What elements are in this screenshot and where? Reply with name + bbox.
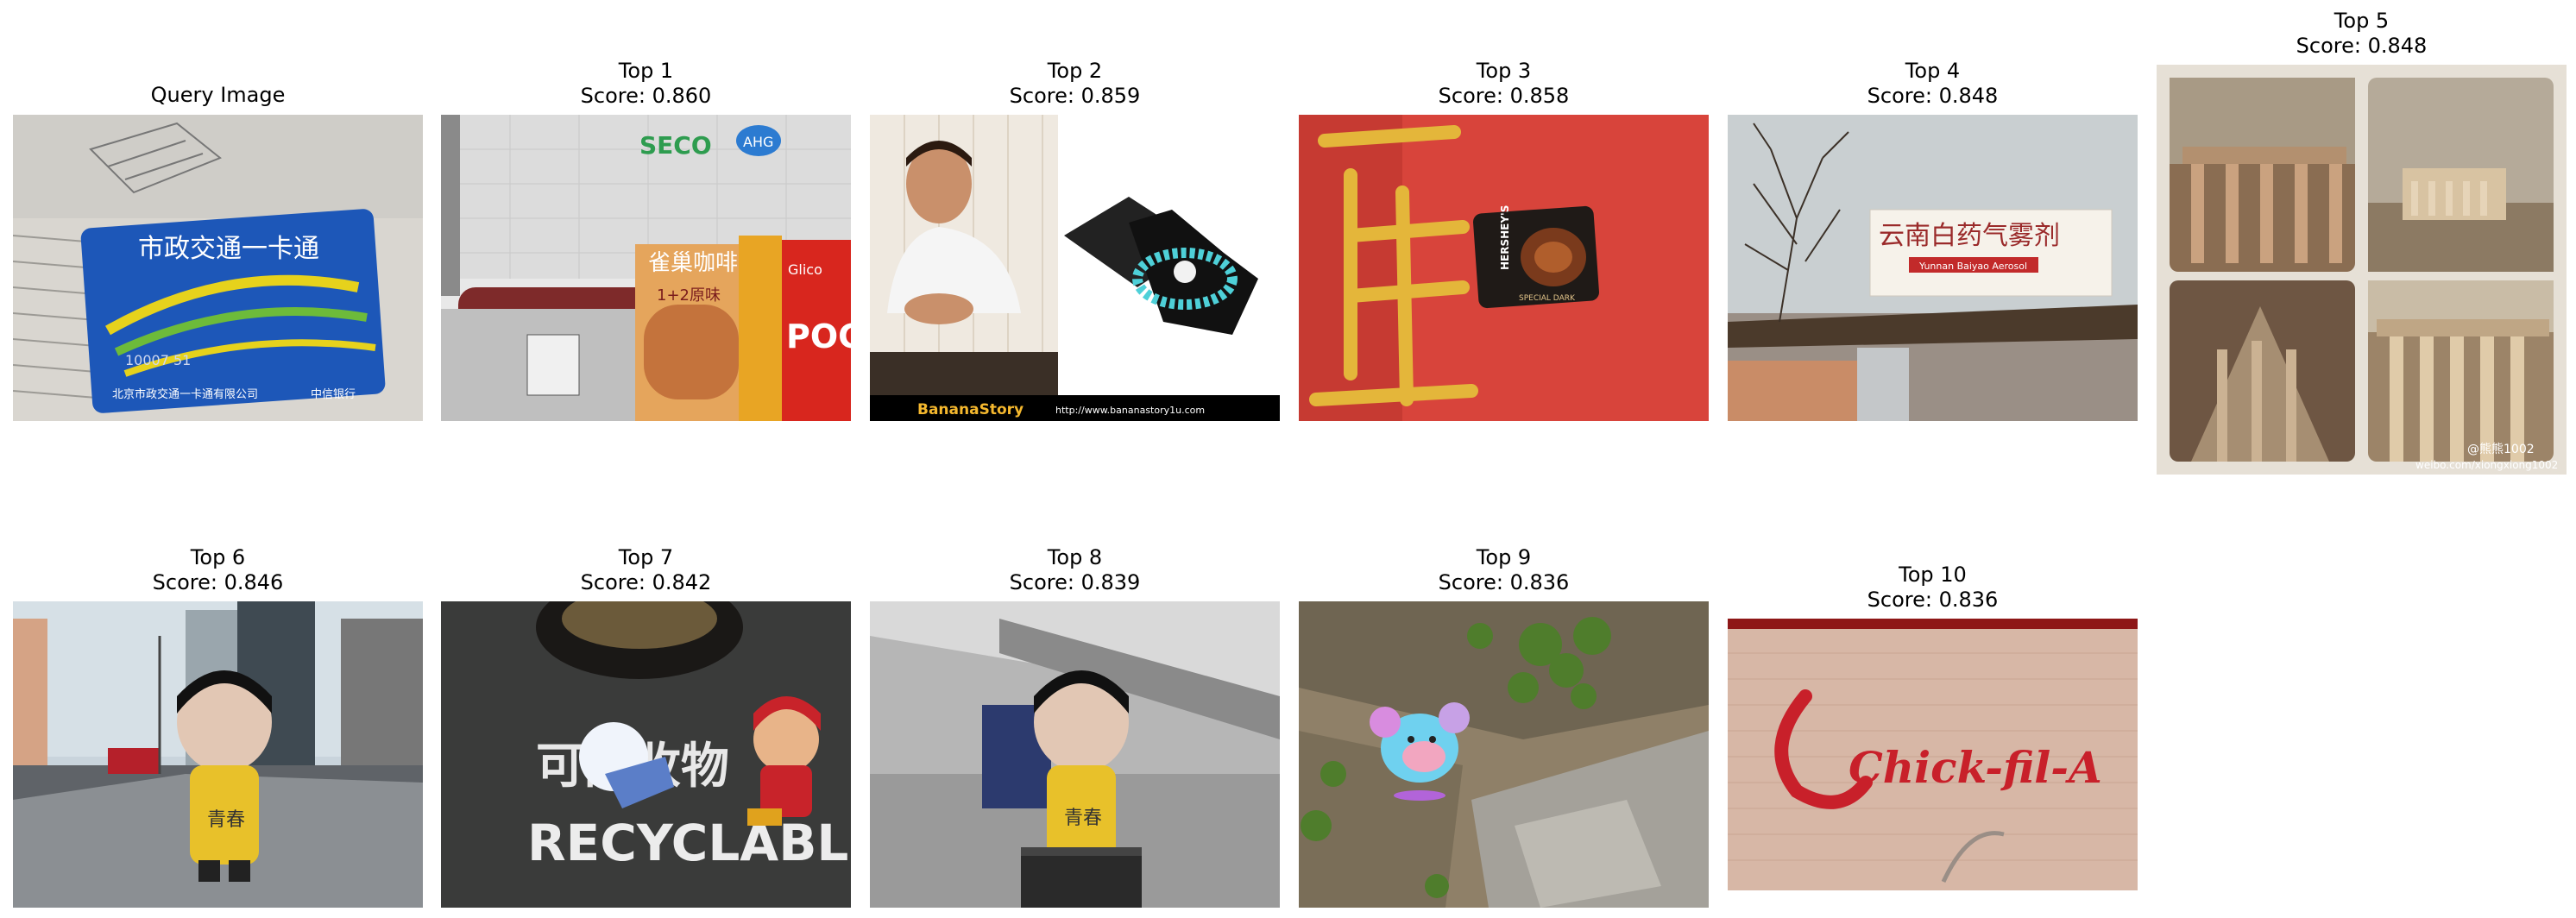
tin-brand-text: HERSHEY'S xyxy=(1499,205,1511,270)
result-rank-label: Top 4 xyxy=(1905,59,1961,83)
result-image-1[interactable]: SECO AHG 雀巢咖啡 1+2原味 Glico POC xyxy=(441,115,851,421)
pocky-brand-text: Glico xyxy=(788,261,822,278)
logo-text: Chick-fil-A xyxy=(1849,742,2102,793)
result-rank-label: Top 1 xyxy=(618,59,674,83)
result-image-4[interactable]: 云南白药气雾剂 Yunnan Baiyao Aerosol xyxy=(1728,115,2138,421)
sign-cn-text: 云南白药气雾剂 xyxy=(1879,221,2060,251)
result-rank-label: Top 5 xyxy=(2334,9,2390,33)
card-issuer-text: 北京市政交通一卡通有限公司 xyxy=(112,387,258,401)
result-score-label: Score: 0.846 xyxy=(152,570,284,594)
pocky-text: POC xyxy=(786,318,851,355)
card-bank-text: 中信银行 xyxy=(311,388,356,401)
result-image-5[interactable]: @熊熊1002 weibo.com/xiongxiong1002 xyxy=(2157,65,2567,475)
bin-en-text: RECYCLABL xyxy=(527,814,848,872)
watermark-text-2: weibo.com/xiongxiong1002 xyxy=(2415,459,2558,471)
box-sub-text: 1+2原味 xyxy=(657,286,721,305)
result-rank-label: Top 10 xyxy=(1899,563,1967,587)
query-title: Query Image xyxy=(150,83,286,107)
tin-sub-text: SPECIAL DARK xyxy=(1519,294,1576,303)
result-rank-label: Top 8 xyxy=(1047,545,1103,569)
result-score-label: Score: 0.839 xyxy=(1009,570,1141,594)
result-rank-label: Top 6 xyxy=(190,545,246,569)
result-image-8[interactable]: 青春 xyxy=(870,601,1280,908)
result-rank-label: Top 9 xyxy=(1476,545,1532,569)
result-rank-label: Top 3 xyxy=(1476,59,1532,83)
result-score-label: Score: 0.859 xyxy=(1009,84,1141,108)
result-rank-label: Top 7 xyxy=(618,545,674,569)
banner-url-text: http://www.bananastory1u.com xyxy=(1055,405,1205,416)
sign-text-seco: SECO xyxy=(639,131,712,160)
card-number-text: 10007 51 xyxy=(125,352,191,368)
result-score-label: Score: 0.858 xyxy=(1438,84,1570,108)
result-score-label: Score: 0.836 xyxy=(1438,570,1570,594)
result-image-7[interactable]: 可回收物 RECYCLABL xyxy=(441,601,851,908)
result-rank-label: Top 2 xyxy=(1047,59,1103,83)
watermark-text-1: @熊熊1002 xyxy=(2467,443,2535,456)
result-score-label: Score: 0.842 xyxy=(580,570,712,594)
box-text: 雀巢咖啡 xyxy=(648,250,738,276)
result-image-2[interactable]: BananaStory http://www.bananastory1u.com xyxy=(870,115,1280,421)
result-image-9[interactable] xyxy=(1299,601,1709,908)
sign-text-ahg: AHG xyxy=(743,134,773,150)
result-score-label: Score: 0.836 xyxy=(1867,588,1999,612)
sign-en-text: Yunnan Baiyao Aerosol xyxy=(1918,261,2027,272)
result-score-label: Score: 0.848 xyxy=(1867,84,1999,108)
query-image: 市政交通一卡通 10007 51 北京市政交通一卡通有限公司 中信银行 xyxy=(13,115,423,421)
banner-brand-text: BananaStory xyxy=(917,401,1023,418)
result-image-10[interactable]: Chick-fil-A xyxy=(1728,619,2138,890)
result-image-3[interactable]: HERSHEY'S SPECIAL DARK xyxy=(1299,115,1709,421)
result-score-label: Score: 0.848 xyxy=(2296,34,2428,58)
figure-text: 青春 xyxy=(207,809,245,831)
result-image-6[interactable]: 青春 xyxy=(13,601,423,908)
result-score-label: Score: 0.860 xyxy=(580,84,712,108)
card-brand-text: 市政交通一卡通 xyxy=(138,234,319,264)
figure-text: 青春 xyxy=(1064,808,1102,829)
